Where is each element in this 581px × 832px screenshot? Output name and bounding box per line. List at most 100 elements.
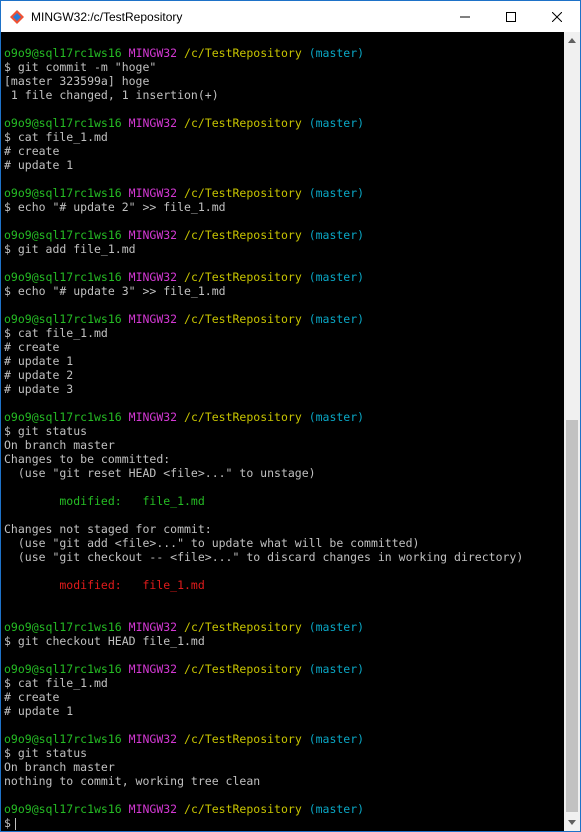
prompt-user-host: o9o9@sql17rc1ws16 [4, 620, 122, 634]
prompt-user-host: o9o9@sql17rc1ws16 [4, 312, 122, 326]
output-line: $ cat file_1.md [4, 676, 108, 690]
prompt-line: o9o9@sql17rc1ws16 MINGW32 /c/TestReposit… [4, 270, 523, 284]
prompt-path: /c/TestRepository [184, 620, 302, 634]
prompt-branch: (master) [308, 186, 365, 200]
input-prompt-symbol: $ [4, 816, 11, 830]
prompt-branch: (master) [308, 410, 365, 424]
output-line: # create [4, 340, 60, 354]
vertical-scrollbar[interactable] [564, 32, 580, 831]
prompt-line: o9o9@sql17rc1ws16 MINGW32 /c/TestReposit… [4, 228, 523, 242]
output-line: # update 1 [4, 354, 74, 368]
scroll-down-button[interactable] [564, 814, 580, 831]
output-line: $ echo "# update 2" >> file_1.md [4, 200, 226, 214]
output-line: nothing to commit, working tree clean [4, 774, 261, 788]
prompt-user-host: o9o9@sql17rc1ws16 [4, 662, 122, 676]
prompt-line: o9o9@sql17rc1ws16 MINGW32 /c/TestReposit… [4, 46, 523, 60]
prompt-user-host: o9o9@sql17rc1ws16 [4, 186, 122, 200]
prompt-line: o9o9@sql17rc1ws16 MINGW32 /c/TestReposit… [4, 802, 523, 816]
minimize-button[interactable] [442, 1, 488, 32]
prompt-line: o9o9@sql17rc1ws16 MINGW32 /c/TestReposit… [4, 620, 523, 634]
prompt-system: MINGW32 [128, 116, 178, 130]
prompt-user-host: o9o9@sql17rc1ws16 [4, 270, 122, 284]
output-line: On branch master [4, 760, 115, 774]
prompt-path: /c/TestRepository [184, 46, 302, 60]
prompt-path: /c/TestRepository [184, 186, 302, 200]
scroll-thumb[interactable] [566, 420, 578, 812]
output-line: $ cat file_1.md [4, 130, 108, 144]
input-line[interactable]: $ [4, 816, 523, 830]
close-icon [552, 11, 562, 22]
output-line: On branch master [4, 438, 115, 452]
prompt-user-host: o9o9@sql17rc1ws16 [4, 410, 122, 424]
prompt-user-host: o9o9@sql17rc1ws16 [4, 46, 122, 60]
output-line: (use "git add <file>..." to update what … [4, 536, 420, 550]
prompt-line: o9o9@sql17rc1ws16 MINGW32 /c/TestReposit… [4, 732, 523, 746]
output-line: # create [4, 144, 60, 158]
prompt-user-host: o9o9@sql17rc1ws16 [4, 228, 122, 242]
prompt-branch: (master) [308, 46, 365, 60]
title-bar[interactable]: MINGW32:/c/TestRepository [1, 1, 580, 32]
prompt-system: MINGW32 [128, 662, 178, 676]
scroll-up-arrow-icon [568, 38, 576, 43]
prompt-line: o9o9@sql17rc1ws16 MINGW32 /c/TestReposit… [4, 186, 523, 200]
prompt-user-host: o9o9@sql17rc1ws16 [4, 802, 122, 816]
output-line: [master 323599a] hoge [4, 74, 150, 88]
prompt-system: MINGW32 [128, 312, 178, 326]
prompt-path: /c/TestRepository [184, 802, 302, 816]
prompt-branch: (master) [308, 662, 365, 676]
prompt-system: MINGW32 [128, 732, 178, 746]
close-button[interactable] [534, 1, 580, 32]
prompt-user-host: o9o9@sql17rc1ws16 [4, 116, 122, 130]
prompt-branch: (master) [308, 732, 365, 746]
output-line: 1 file changed, 1 insertion(+) [4, 88, 219, 102]
output-line: $ echo "# update 3" >> file_1.md [4, 284, 226, 298]
window-title: MINGW32:/c/TestRepository [31, 9, 183, 24]
maximize-button[interactable] [488, 1, 534, 32]
output-line: $ git status [4, 746, 88, 760]
prompt-system: MINGW32 [128, 410, 178, 424]
prompt-branch: (master) [308, 228, 365, 242]
output-line: Changes not staged for commit: [4, 522, 212, 536]
output-line: (use "git checkout -- <file>..." to disc… [4, 550, 524, 564]
prompt-path: /c/TestRepository [184, 228, 302, 242]
prompt-path: /c/TestRepository [184, 270, 302, 284]
prompt-system: MINGW32 [128, 802, 178, 816]
output-line: $ git commit -m "hoge" [4, 60, 157, 74]
prompt-line: o9o9@sql17rc1ws16 MINGW32 /c/TestReposit… [4, 410, 523, 424]
output-line: # update 1 [4, 704, 74, 718]
scroll-down-arrow-icon [568, 820, 576, 825]
scroll-up-button[interactable] [564, 32, 580, 49]
prompt-path: /c/TestRepository [184, 116, 302, 130]
minimize-icon [460, 16, 470, 17]
prompt-user-host: o9o9@sql17rc1ws16 [4, 732, 122, 746]
prompt-line: o9o9@sql17rc1ws16 MINGW32 /c/TestReposit… [4, 662, 523, 676]
prompt-line: o9o9@sql17rc1ws16 MINGW32 /c/TestReposit… [4, 116, 523, 130]
prompt-branch: (master) [308, 312, 365, 326]
prompt-path: /c/TestRepository [184, 732, 302, 746]
prompt-system: MINGW32 [128, 620, 178, 634]
prompt-system: MINGW32 [128, 46, 178, 60]
unstaged-file-line: modified: file_1.md [4, 578, 205, 592]
prompt-system: MINGW32 [128, 228, 178, 242]
output-line: (use "git reset HEAD <file>..." to unsta… [4, 466, 316, 480]
staged-file-line: modified: file_1.md [4, 494, 205, 508]
maximize-icon [506, 11, 516, 22]
prompt-system: MINGW32 [128, 270, 178, 284]
text-cursor [14, 817, 16, 830]
output-line: $ git checkout HEAD file_1.md [4, 634, 205, 648]
prompt-system: MINGW32 [128, 186, 178, 200]
output-line: # update 3 [4, 382, 74, 396]
terminal-output[interactable]: o9o9@sql17rc1ws16 MINGW32 /c/TestReposit… [1, 32, 564, 831]
prompt-path: /c/TestRepository [184, 662, 302, 676]
